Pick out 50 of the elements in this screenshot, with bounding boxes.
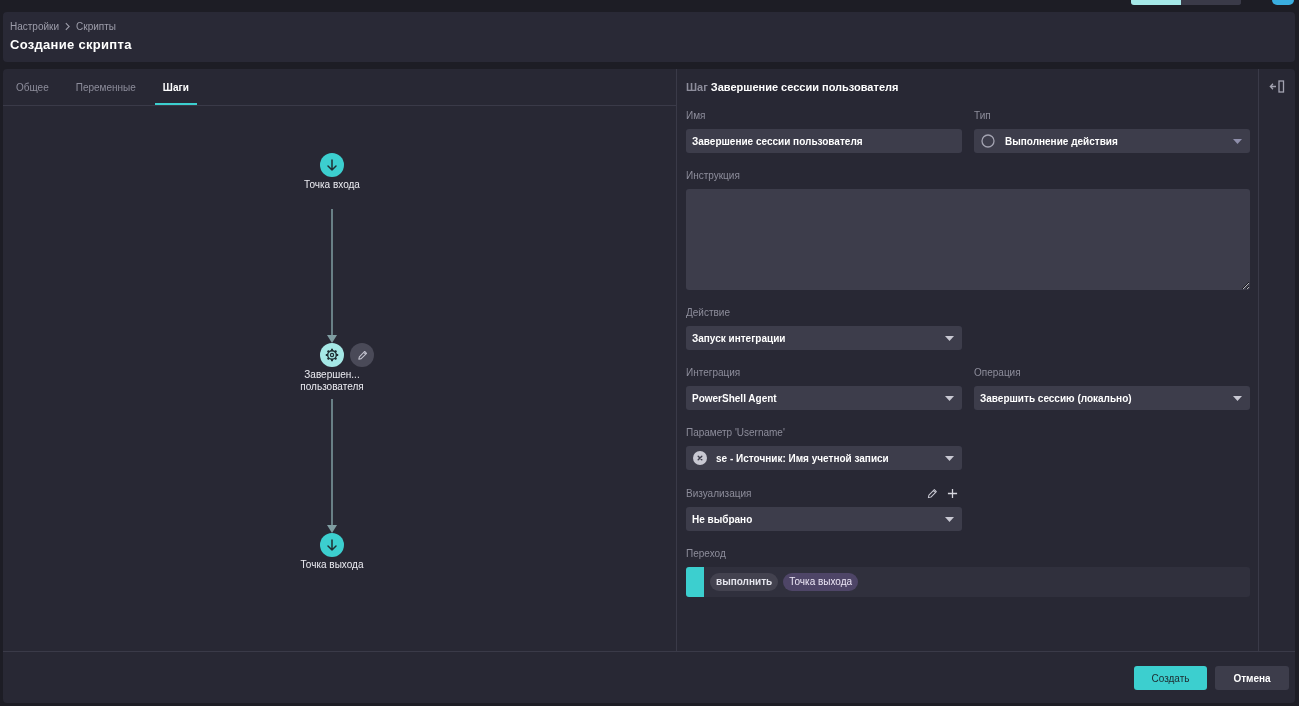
pencil-icon[interactable] <box>927 488 938 499</box>
caret-down-icon <box>945 395 954 401</box>
node-label: Завершен... пользователя <box>299 369 365 393</box>
caret-down-icon <box>1233 395 1242 401</box>
caret-down-icon <box>945 455 954 461</box>
node-label: Точка выхода <box>300 559 364 571</box>
action-select[interactable]: Запуск интеграции <box>686 326 962 350</box>
step-title: Завершение сессии пользователя <box>710 80 899 94</box>
edit-button[interactable] <box>350 343 374 367</box>
field-label: Визуализация <box>686 488 752 500</box>
target-tag: Точка выхода <box>783 573 859 591</box>
pencil-icon <box>356 349 368 361</box>
instruction-field[interactable] <box>686 189 1250 290</box>
gear-icon[interactable] <box>320 343 344 367</box>
avatar-icon[interactable] <box>1272 0 1294 5</box>
type-select[interactable]: Выполнение действия <box>974 129 1250 153</box>
cancel-button[interactable]: Отмена <box>1215 666 1289 690</box>
field-label: Операция <box>974 367 1022 379</box>
field-label: Интеграция <box>686 367 742 379</box>
condition-tag: выполнить <box>710 573 779 591</box>
tab[interactable]: Переменные <box>67 69 144 105</box>
ring-icon <box>981 134 995 148</box>
caret-down-icon <box>945 516 954 522</box>
create-button[interactable]: Создать <box>1134 666 1207 690</box>
field-label: Переход <box>686 548 727 560</box>
operation-select[interactable]: Завершить сессию (локально) <box>974 386 1250 410</box>
field-label: Действие <box>686 307 731 319</box>
tab[interactable]: Общее <box>8 69 57 105</box>
chevron-right-icon <box>65 21 71 31</box>
plus-icon[interactable] <box>947 488 958 499</box>
toggle-segment[interactable] <box>1131 0 1181 5</box>
field-label: Параметр 'Username' <box>686 427 786 439</box>
caret-down-icon <box>945 335 954 341</box>
node-label: Точка входа <box>304 179 360 191</box>
breadcrumb-link[interactable]: Настройки <box>10 20 60 32</box>
field-label: Имя <box>686 110 707 122</box>
page-title: Создание скрипта <box>10 37 133 53</box>
name-field[interactable]: Завершение сессии пользователя <box>686 129 962 153</box>
x-circle-icon[interactable] <box>693 451 707 465</box>
parameter-select[interactable]: se - Источник: Имя учетной записи <box>686 446 962 470</box>
field-label: Тип <box>974 110 992 122</box>
caret-down-icon <box>1233 138 1242 144</box>
tab[interactable]: Шаги <box>154 69 197 105</box>
field-label: Инструкция <box>686 170 741 182</box>
visualization-select[interactable]: Не выбрано <box>686 507 962 531</box>
collapse-panel-icon[interactable] <box>1269 80 1285 93</box>
integration-select[interactable]: PowerShell Agent <box>686 386 962 410</box>
breadcrumb-current: Скрипты <box>76 20 116 32</box>
transition-row[interactable]: выполнить Точка выхода <box>686 567 1250 597</box>
step-prefix: Шаг <box>686 80 708 94</box>
